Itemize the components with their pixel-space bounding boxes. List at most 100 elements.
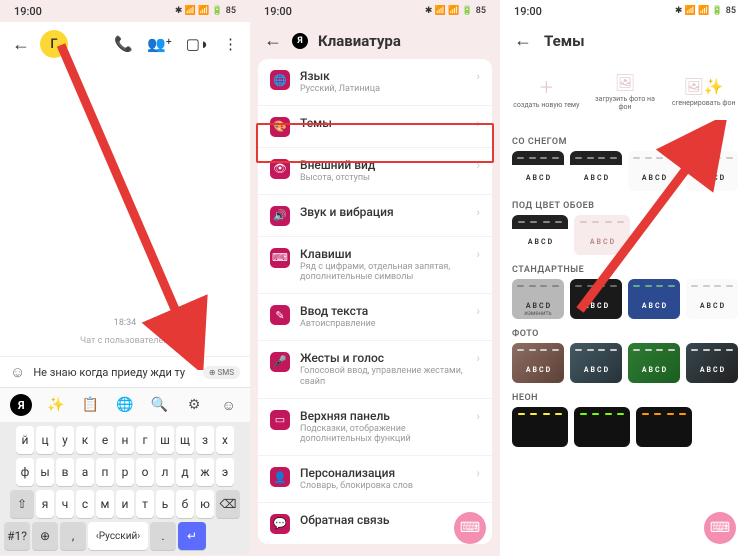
- settings-item[interactable]: 👤ПерсонализацияСловарь, блокировка слов›: [258, 456, 492, 503]
- period-key[interactable]: .: [150, 522, 176, 550]
- kb-key[interactable]: т: [136, 490, 154, 518]
- theme-card[interactable]: ABCD: [512, 215, 568, 255]
- numbers-key[interactable]: #1?: [4, 522, 30, 550]
- settings-item-icon: ✎: [270, 305, 290, 325]
- theme-actions: ＋ создать новую тему 🖼 загрузить фото на…: [500, 59, 750, 129]
- settings-item[interactable]: 🔊Звук и вибрация›: [258, 195, 492, 237]
- kb-key[interactable]: ы: [36, 458, 54, 486]
- settings-gear-icon[interactable]: ⚙: [183, 394, 205, 416]
- back-icon[interactable]: ←: [264, 30, 282, 51]
- settings-item-label: Верхняя панель: [300, 409, 466, 423]
- kb-key[interactable]: м: [96, 490, 114, 518]
- theme-card[interactable]: [512, 407, 568, 447]
- settings-item[interactable]: ⌨КлавишиРяд с цифрами, отдельная запятая…: [258, 237, 492, 295]
- settings-item-icon: 👁: [270, 159, 290, 179]
- theme-card[interactable]: ABCD: [512, 151, 564, 191]
- kb-key[interactable]: н: [116, 426, 134, 454]
- backspace-key[interactable]: ⌫: [216, 490, 240, 518]
- clipboard-icon[interactable]: 📋: [79, 394, 101, 416]
- kb-key[interactable]: я: [36, 490, 54, 518]
- kb-key[interactable]: к: [76, 426, 94, 454]
- theme-card[interactable]: ABCD: [628, 151, 680, 191]
- video-icon[interactable]: ▢◗: [186, 35, 209, 53]
- back-icon[interactable]: ←: [12, 34, 30, 55]
- theme-card[interactable]: ABCD: [686, 343, 738, 383]
- smiley-icon[interactable]: ☺: [218, 394, 240, 416]
- theme-card[interactable]: [574, 407, 630, 447]
- settings-item[interactable]: 🌐ЯзыкРусский, Латиница›: [258, 59, 492, 106]
- kb-key[interactable]: с: [76, 490, 94, 518]
- kb-key[interactable]: ц: [36, 426, 54, 454]
- kb-key[interactable]: л: [156, 458, 174, 486]
- settings-item-icon: 🌐: [270, 70, 290, 90]
- chevron-right-icon: ›: [476, 247, 480, 261]
- theme-card[interactable]: ABCD: [686, 279, 738, 319]
- keyboard-fab[interactable]: ⌨: [704, 512, 736, 544]
- settings-item[interactable]: 👁Внешний видВысота, отступы›: [258, 148, 492, 195]
- theme-card[interactable]: ABCD: [570, 151, 622, 191]
- settings-item[interactable]: 🎤Жесты и голосГолосовой ввод, управление…: [258, 341, 492, 399]
- emoji-icon[interactable]: ☺: [10, 363, 25, 381]
- globe-key[interactable]: ⊕: [32, 522, 58, 550]
- message-input[interactable]: Не знаю когда приеду жди ту: [33, 366, 194, 379]
- create-theme-button[interactable]: ＋ создать новую тему: [510, 63, 583, 121]
- shift-key[interactable]: ⇧: [10, 490, 34, 518]
- kb-key[interactable]: з: [196, 426, 214, 454]
- kb-key[interactable]: ж: [196, 458, 214, 486]
- kb-key[interactable]: щ: [176, 426, 194, 454]
- kb-key[interactable]: ь: [156, 490, 174, 518]
- theme-card[interactable]: ABCD: [512, 343, 564, 383]
- enter-key[interactable]: ↵: [178, 522, 206, 550]
- settings-item[interactable]: ▭Верхняя панельПодсказки, отображение до…: [258, 399, 492, 457]
- kb-key[interactable]: ч: [56, 490, 74, 518]
- kb-key[interactable]: в: [56, 458, 74, 486]
- call-icon[interactable]: 📞: [114, 35, 133, 53]
- kb-key[interactable]: е: [96, 426, 114, 454]
- theme-card[interactable]: ABCD: [570, 343, 622, 383]
- chevron-right-icon: ›: [476, 304, 480, 318]
- kb-key[interactable]: п: [96, 458, 114, 486]
- kb-key[interactable]: ф: [16, 458, 34, 486]
- kb-key[interactable]: б: [176, 490, 194, 518]
- kb-key[interactable]: ш: [156, 426, 174, 454]
- kb-key[interactable]: г: [136, 426, 154, 454]
- language-key[interactable]: ‹ Русский ›: [88, 522, 148, 550]
- kb-key[interactable]: р: [116, 458, 134, 486]
- kb-key[interactable]: д: [176, 458, 194, 486]
- translate-icon[interactable]: 🌐: [114, 394, 136, 416]
- theme-card[interactable]: ABCDизменить: [512, 279, 564, 319]
- keyboard-fab[interactable]: ⌨: [454, 512, 486, 544]
- theme-card[interactable]: ABCD: [686, 151, 738, 191]
- kb-key[interactable]: а: [76, 458, 94, 486]
- magic-icon[interactable]: ✨: [45, 394, 67, 416]
- more-icon[interactable]: ⋮: [223, 35, 238, 53]
- comma-key[interactable]: ,: [60, 522, 86, 550]
- yandex-icon[interactable]: Я: [10, 394, 32, 416]
- generate-bg-button[interactable]: 🖼✨ сгенерировать фон: [667, 63, 740, 121]
- settings-item[interactable]: 🎨Темы›: [258, 106, 492, 148]
- kb-key[interactable]: у: [56, 426, 74, 454]
- kb-key[interactable]: ю: [196, 490, 214, 518]
- theme-card[interactable]: [636, 407, 692, 447]
- settings-item-sub: Высота, отступы: [300, 173, 466, 184]
- kb-key[interactable]: э: [216, 458, 234, 486]
- theme-card[interactable]: ABCD: [574, 215, 630, 255]
- kb-key[interactable]: о: [136, 458, 154, 486]
- search-icon[interactable]: 🔍: [149, 394, 171, 416]
- avatar[interactable]: Г: [40, 30, 68, 58]
- settings-item[interactable]: ✎Ввод текстаАвтоисправление›: [258, 294, 492, 341]
- kb-key[interactable]: и: [116, 490, 134, 518]
- section-wallpaper: ПОД ЦВЕТ ОБОЕВ ABCD ABCD: [500, 193, 750, 257]
- section-snow: СО СНЕГОМ ABCD ABCD ABCD ABCD: [500, 129, 750, 193]
- keyboard: йцукенгшщзх фывапролджэ ⇧ ячсмитьбю ⌫ #1…: [0, 422, 250, 554]
- sms-toggle[interactable]: ⊕ SMS: [203, 366, 240, 379]
- kb-key[interactable]: й: [16, 426, 34, 454]
- add-person-icon[interactable]: 👥⁺: [147, 35, 172, 53]
- kb-key[interactable]: х: [216, 426, 234, 454]
- upload-photo-button[interactable]: 🖼 загрузить фото на фон: [589, 63, 662, 121]
- back-icon[interactable]: ←: [514, 30, 532, 51]
- theme-card[interactable]: ABCD: [628, 279, 680, 319]
- theme-card[interactable]: ABCD: [628, 343, 680, 383]
- settings-item-label: Ввод текста: [300, 304, 466, 318]
- theme-card[interactable]: ABCD: [570, 279, 622, 319]
